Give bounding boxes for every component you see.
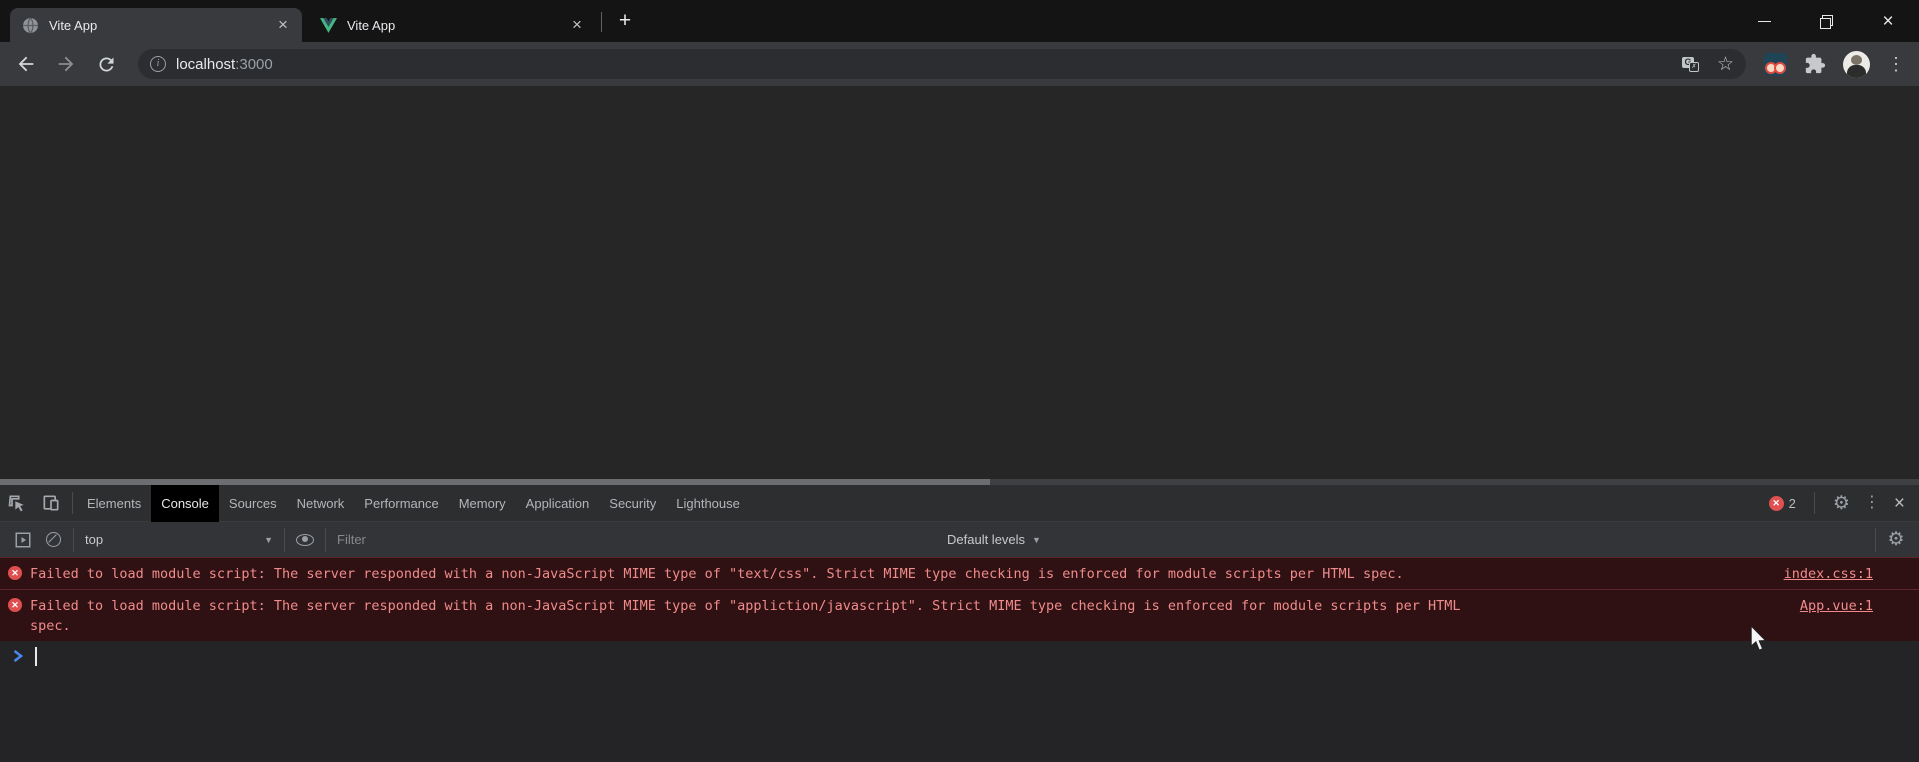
devtools-tab-lighthouse[interactable]: Lighthouse [666,485,750,522]
vue-logo-icon [320,17,337,33]
inspect-element-button[interactable] [0,485,34,522]
url-host: localhost [176,55,236,73]
translate-icon[interactable]: G [1681,56,1699,72]
javascript-context-dropdown[interactable]: top ▼ [79,532,279,547]
url-port: :3000 [235,55,273,73]
console-settings-button[interactable]: ⚙ [1881,527,1911,553]
console-drawer-button[interactable] [8,527,38,553]
devtools-tabbar: Elements Console Sources Network Perform… [0,484,1919,522]
clear-console-icon [45,532,61,547]
error-icon: ✕ [1768,495,1784,511]
tab-strip: Vite App × Vite App × + × [0,0,1919,42]
back-button[interactable] [14,52,38,76]
minimize-icon [1757,20,1771,22]
url-text[interactable]: localhost:3000 [176,56,1670,73]
devtools-panel: Elements Console Sources Network Perform… [0,484,1919,762]
error-icon: ✕ [8,566,22,580]
devtools-close-icon[interactable]: × [1894,494,1905,513]
close-window-button[interactable]: × [1857,0,1919,42]
restore-icon [1820,15,1833,29]
chevron-down-icon: ▼ [264,534,273,545]
profile-avatar[interactable] [1843,50,1870,78]
console-error-row[interactable]: ✕ Failed to load module script: The serv… [0,557,1919,589]
forward-button[interactable] [54,52,78,76]
console-drawer-icon [15,532,31,547]
divider [325,527,326,552]
reload-icon [98,56,113,71]
reload-button[interactable] [94,52,118,76]
eye-icon [296,533,314,546]
tab-title: Vite App [49,17,98,33]
devtools-tab-sources[interactable]: Sources [219,485,287,522]
gear-icon: ⚙ [1887,529,1905,550]
log-levels-dropdown[interactable]: Default levels ▼ [947,532,1041,547]
browser-toolbar: i localhost:3000 G ☆ ⋮ [0,42,1919,86]
levels-label: Default levels [947,532,1026,547]
extensions-puzzle-icon[interactable] [1804,53,1826,75]
new-tab-button[interactable]: + [612,9,638,35]
divider [72,492,73,514]
devtools-tab-application[interactable]: Application [516,485,600,522]
chevron-down-icon: ▼ [1032,534,1041,545]
error-source-link[interactable]: App.vue:1 [1800,596,1873,616]
inspect-cursor-icon [8,495,24,512]
divider [1875,527,1876,552]
site-info-icon[interactable]: i [150,56,166,72]
error-count-badge[interactable]: ✕ 2 [1768,495,1796,511]
devtools-tab-network[interactable]: Network [287,485,355,522]
context-label: top [85,532,104,547]
browser-window: Vite App × Vite App × + × i localhost:30… [0,0,1919,762]
divider [73,527,74,552]
tab-close-icon[interactable]: × [274,16,292,34]
devtools-menu-icon[interactable]: ⋮ [1864,495,1880,511]
error-source-link[interactable]: index.css:1 [1784,564,1873,584]
tab-divider [601,12,602,32]
bookmark-star-icon[interactable]: ☆ [1717,55,1734,74]
browser-tab-active[interactable]: Vite App × [10,8,302,42]
tab-title: Vite App [347,17,396,33]
device-toolbar-button[interactable] [34,485,68,522]
minimize-button[interactable] [1733,0,1795,42]
console-error-row[interactable]: ✕ Failed to load module script: The serv… [0,589,1919,641]
text-caret [35,646,37,666]
divider [284,527,285,552]
console-filter-input[interactable] [337,532,737,547]
divider [1813,492,1815,514]
devtools-tab-elements[interactable]: Elements [77,485,151,522]
console-toolbar: top ▼ Default levels ▼ ⚙ [0,522,1919,557]
error-message: Failed to load module script: The server… [30,598,1461,634]
clear-console-button[interactable] [38,527,68,553]
device-toolbar-icon [43,495,59,511]
page-viewport [0,86,1919,479]
error-message: Failed to load module script: The server… [30,566,1404,582]
close-icon: × [1882,10,1894,32]
error-count: 2 [1788,495,1796,511]
devtools-tab-console[interactable]: Console [151,484,219,522]
devtools-tab-performance[interactable]: Performance [354,485,448,522]
window-controls: × [1733,0,1919,42]
extension-avatar-icon[interactable] [1764,52,1787,76]
browser-tab-inactive[interactable]: Vite App × [308,8,596,42]
address-bar[interactable]: i localhost:3000 G ☆ [138,49,1746,79]
console-messages: ✕ Failed to load module script: The serv… [0,557,1919,762]
devtools-tab-memory[interactable]: Memory [449,485,516,522]
mouse-cursor [1750,626,1767,651]
live-expression-button[interactable] [290,527,320,553]
restore-button[interactable] [1795,0,1857,42]
error-icon: ✕ [8,598,22,612]
devtools-tab-security[interactable]: Security [599,485,666,522]
tab-close-icon[interactable]: × [568,16,586,34]
forward-icon [58,56,74,72]
browser-menu-icon[interactable]: ⋮ [1887,55,1905,73]
back-icon [18,56,34,72]
console-prompt[interactable] [0,641,1919,671]
globe-icon [23,17,38,34]
devtools-settings-gear-icon[interactable]: ⚙ [1833,494,1850,513]
console-prompt-chevron-icon [13,650,23,662]
